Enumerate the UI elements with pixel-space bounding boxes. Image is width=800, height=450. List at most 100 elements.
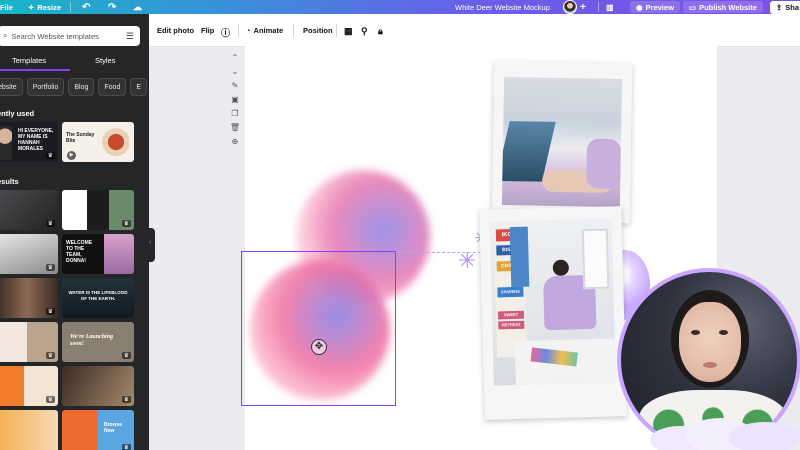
preview-button[interactable]: ◉ Preview — [630, 0, 680, 14]
position-label: Position — [303, 26, 333, 35]
lock-button[interactable]: 🔒︎ — [378, 26, 383, 37]
chip-website[interactable]: ebsite — [0, 78, 23, 96]
document-title[interactable]: White Deer Website Mockup — [455, 0, 550, 14]
publish-button[interactable]: ▭ Publish Website — [683, 0, 763, 14]
template-text: We're Launching soon! — [70, 334, 114, 347]
active-tab-indicator — [0, 69, 70, 71]
chevron-down-icon[interactable]: ⌄ — [229, 67, 241, 76]
photo-image — [104, 234, 134, 274]
template-thumbnail[interactable]: WELCOME TO THE TEAM, DONNA! — [62, 234, 134, 274]
avatar[interactable] — [563, 0, 577, 14]
poster-text: SPAPERS — [497, 286, 524, 298]
polaroid-frame[interactable]: IKO BISM CHIPS SPAPERS SWEET RETREAT — [479, 206, 627, 420]
search-input[interactable]: ⌕ Search Website templates ☰ — [0, 26, 140, 46]
face — [679, 302, 741, 382]
flip-label: Flip — [201, 26, 215, 35]
tab-templates[interactable]: Templates — [12, 56, 46, 65]
window — [581, 228, 610, 290]
file-label: File — [0, 2, 13, 12]
file-menu[interactable]: File — [0, 0, 13, 14]
chip-blog[interactable]: Blog — [68, 78, 95, 96]
template-thumbnail[interactable]: WATER IS THE LIFEBLOOD OF THE EARTH. — [62, 278, 134, 318]
add-collaborator-button[interactable]: + — [580, 2, 586, 13]
resize-button[interactable]: ✦ Resize — [28, 0, 61, 14]
lock-icon[interactable]: ▣ — [229, 95, 241, 104]
eye — [719, 330, 728, 335]
position-button[interactable]: Position — [303, 26, 333, 35]
template-thumbnail[interactable]: ♛ — [62, 190, 134, 230]
template-thumbnail[interactable]: HI EVERYONE, MY NAME IS HANNAH MORALES ♛ — [0, 122, 58, 162]
redo-button[interactable]: ↷ — [108, 0, 116, 14]
template-text: WATER IS THE LIFEBLOOD OF THE EARTH. — [68, 290, 128, 301]
template-thumbnail[interactable]: Browse Now ♛ — [62, 410, 134, 450]
template-thumbnail[interactable]: ♛ — [0, 322, 58, 362]
divider — [336, 24, 337, 37]
template-thumbnail[interactable]: ♛ — [62, 366, 134, 406]
duplicate-icon[interactable]: ❐ — [229, 109, 241, 118]
studio-photo[interactable]: IKO BISM CHIPS SPAPERS SWEET RETREAT — [489, 218, 616, 386]
animate-button[interactable]: ◔ Animate — [246, 26, 283, 35]
share-button[interactable]: ⇪ Sha — [770, 0, 800, 14]
collapse-panel-handle[interactable]: ‹ — [148, 228, 155, 262]
cloud-sync-button[interactable]: ☁ — [133, 0, 142, 14]
play-icon: ▶ — [67, 151, 76, 160]
style-button[interactable]: ⚲ — [361, 26, 368, 37]
flip-button[interactable]: Flip — [201, 26, 214, 35]
edit-photo-button[interactable]: Edit photo — [157, 26, 194, 35]
chip-portfolio[interactable]: Portfolio — [26, 78, 65, 96]
checkerboard-icon: ▦ — [344, 26, 353, 36]
divider — [598, 2, 599, 12]
notes-icon[interactable]: ✎ — [229, 81, 241, 90]
laptop-photo[interactable] — [501, 76, 623, 208]
template-thumbnail[interactable]: ♛ — [0, 190, 58, 230]
template-thumbnail[interactable] — [0, 410, 58, 450]
mouth — [703, 362, 717, 368]
chevron-right-icon[interactable]: › — [128, 136, 131, 146]
template-thumbnail[interactable]: The Sunday Bite ▶ — [62, 122, 134, 162]
crown-icon: ♛ — [45, 308, 55, 315]
divider — [293, 24, 294, 37]
search-placeholder: Search Website templates — [11, 31, 99, 41]
transparency-button[interactable]: ▦ — [344, 26, 353, 37]
crown-icon: ♛ — [45, 152, 55, 159]
chevron-left-icon: ‹ — [149, 239, 152, 246]
crown-icon: ♛ — [121, 396, 131, 403]
insights-button[interactable]: ▥ — [606, 0, 614, 14]
template-thumbnail[interactable]: ♛ — [0, 366, 58, 406]
poster-strip — [509, 226, 530, 288]
share-pill[interactable]: ⇪ Sha — [770, 0, 800, 14]
sparkle-icon[interactable]: ✳ — [458, 248, 476, 274]
redo-icon: ↷ — [108, 1, 117, 13]
selection-box[interactable] — [241, 251, 396, 406]
polaroid-frame[interactable] — [491, 60, 633, 224]
chip-more[interactable]: E — [130, 78, 148, 96]
cloud-decoration — [650, 418, 800, 450]
template-text: HI EVERYONE, MY NAME IS HANNAH MORALES — [18, 128, 54, 152]
info-button[interactable]: ⓘ — [221, 26, 230, 39]
publish-label: Publish Website — [699, 2, 757, 12]
sleeve — [586, 138, 622, 190]
undo-button[interactable]: ↶ — [82, 0, 90, 14]
animate-label: Animate — [253, 26, 284, 35]
results-heading: esults — [0, 177, 19, 186]
move-handle[interactable]: ✥ — [311, 339, 327, 355]
crown-icon: ♛ — [121, 220, 131, 227]
template-thumbnail[interactable]: ♛ — [0, 234, 58, 274]
chip-food[interactable]: Food — [98, 78, 127, 96]
filter-icon[interactable]: ☰ — [126, 31, 134, 42]
add-page-icon[interactable]: ⊕ — [229, 137, 241, 146]
collaborators[interactable]: + — [563, 0, 586, 14]
crown-icon: ♛ — [121, 352, 131, 359]
template-thumbnail[interactable]: ♛ — [0, 278, 58, 318]
undo-icon: ↶ — [82, 1, 91, 13]
trash-icon[interactable]: 🗑︎ — [229, 123, 241, 132]
recently-used-heading: ently used — [0, 109, 35, 118]
tab-styles[interactable]: Styles — [95, 56, 115, 65]
crown-icon: ♛ — [45, 264, 55, 271]
template-thumbnail[interactable]: We're Launching soon! ♛ — [62, 322, 134, 362]
chevron-up-icon[interactable]: ⌃ — [229, 53, 241, 62]
top-bar: File ✦ Resize ↶ ↷ ☁ White Deer Website M… — [0, 0, 800, 14]
divider — [238, 24, 239, 37]
preview-pill[interactable]: ◉ Preview — [630, 1, 680, 13]
publish-pill[interactable]: ▭ Publish Website — [683, 1, 763, 13]
